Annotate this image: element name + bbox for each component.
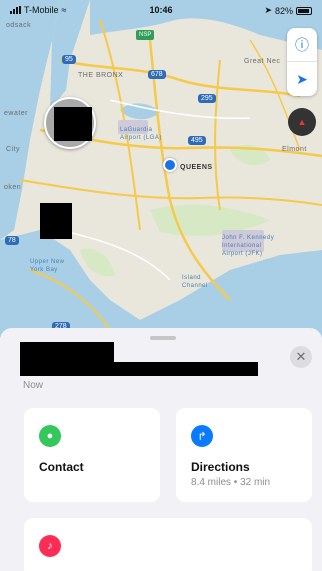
highway-shield: 495: [188, 136, 206, 145]
person-icon: ●: [39, 425, 61, 447]
map-label-city: City: [6, 146, 21, 153]
map-label-queens: QUEENS: [180, 164, 213, 171]
contact-label: Contact: [39, 460, 84, 474]
battery-icon: [296, 6, 312, 15]
last-seen-label: Now: [23, 380, 44, 391]
user-location-dot: [163, 158, 177, 172]
status-bar: T-Mobile ≈ 10:46 ➤ 82%: [0, 0, 322, 20]
redacted-avatar: [54, 107, 92, 141]
location-arrow-icon: ➤: [296, 70, 308, 87]
redacted-marker: [40, 203, 72, 239]
highway-shield: 78: [5, 236, 19, 245]
battery-percent: 82%: [274, 5, 293, 16]
map-label-water: ewater: [4, 110, 29, 117]
close-icon: ✕: [295, 349, 307, 364]
map-controls: ⓘ ➤: [287, 28, 317, 96]
highway-shield: 295: [198, 94, 216, 103]
map-label-oken: oken: [4, 184, 22, 191]
sheet-grabber[interactable]: [150, 336, 176, 340]
info-button[interactable]: ⓘ: [287, 28, 317, 62]
location-arrow-icon: ➤: [264, 5, 272, 15]
notify-card[interactable]: ♪: [24, 518, 312, 571]
map-label-bronx: THE BRONX: [78, 72, 124, 79]
contact-card[interactable]: ● Contact: [24, 408, 160, 502]
redacted-address: [20, 362, 258, 376]
info-icon: ⓘ: [295, 36, 309, 53]
map-label-upper-bay: Upper New York Bay: [30, 259, 65, 273]
highway-shield: 95: [62, 55, 76, 64]
highway-shield: 678: [148, 70, 166, 79]
status-right: ➤ 82%: [264, 5, 312, 16]
directions-label: Directions: [191, 460, 250, 474]
map-label-elmont: Elmont: [282, 146, 307, 153]
map-graphic: [0, 0, 322, 338]
parkway-badge: NSP: [136, 30, 155, 40]
directions-arrow-icon: ↱: [191, 425, 213, 447]
map-label-odsack: odsack: [6, 22, 32, 29]
directions-detail: 8.4 miles • 32 min: [191, 477, 271, 488]
close-button[interactable]: ✕: [290, 346, 312, 368]
map-label-great-neck: Great Nec: [244, 58, 281, 65]
tracking-button[interactable]: ➤: [287, 62, 317, 96]
map-view[interactable]: odsack THE BRONX Great Nec ewater LaGuar…: [0, 0, 322, 338]
map-label-laguardia: LaGuardia Airport (LGA): [120, 127, 162, 141]
map-label-island-channel: Island Channel: [182, 275, 208, 289]
bell-icon: ♪: [39, 535, 61, 557]
directions-card[interactable]: ↱ Directions 8.4 miles • 32 min: [176, 408, 312, 502]
redacted-name: [20, 342, 114, 364]
map-label-jfk: John F. Kennedy International Airport (J…: [222, 235, 275, 257]
compass-icon[interactable]: ▲: [288, 108, 316, 136]
bottom-sheet: ✕ Now ● Contact ↱ Directions 8.4 miles •…: [0, 328, 322, 571]
